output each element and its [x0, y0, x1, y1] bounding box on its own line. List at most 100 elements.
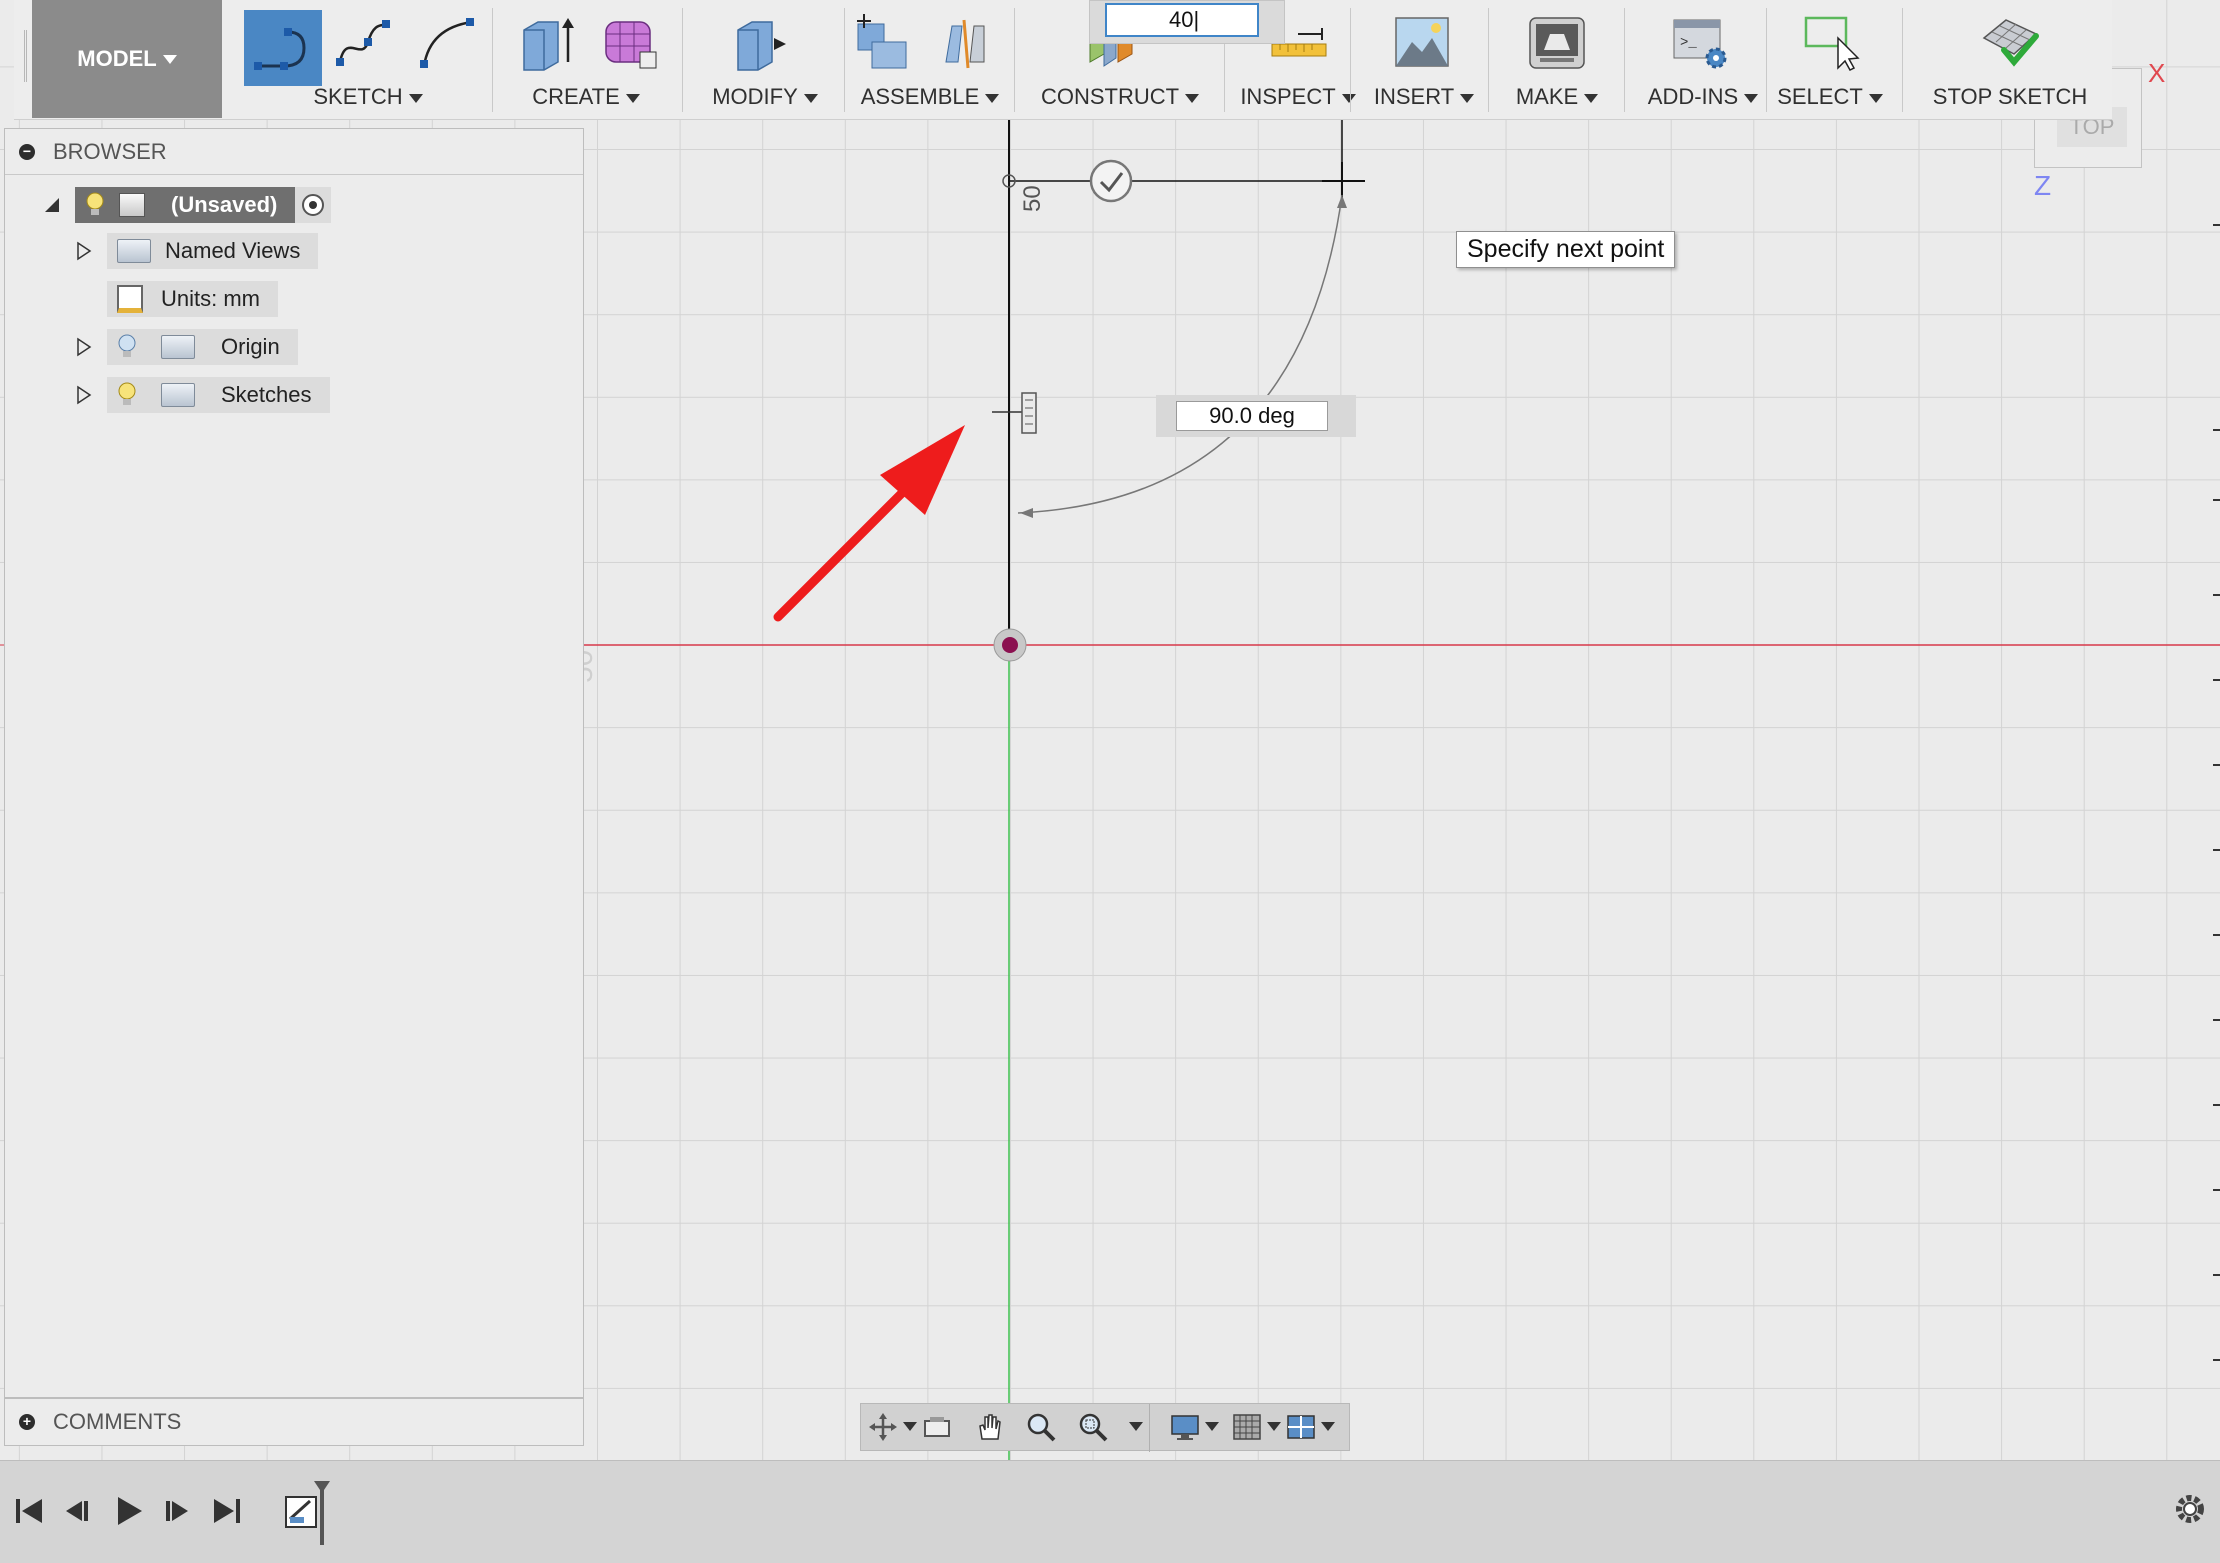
- joint-icon[interactable]: [936, 12, 996, 72]
- look-at-icon[interactable]: [921, 1412, 953, 1442]
- sketch-timeline-feature-icon[interactable]: [282, 1479, 342, 1551]
- angle-input[interactable]: 90.0 deg: [1176, 401, 1328, 431]
- folder-icon: [161, 383, 195, 407]
- chevron-down-icon: [803, 93, 818, 103]
- orbit-icon[interactable]: [867, 1412, 899, 1442]
- toolbar-group-insert[interactable]: INSERT: [1354, 0, 1494, 118]
- settings-gear-icon[interactable]: [2172, 1491, 2208, 1527]
- chevron-down-icon[interactable]: [1129, 1422, 1143, 1431]
- tree-item-pill[interactable]: Units: mm: [107, 281, 278, 317]
- new-component-icon[interactable]: [852, 12, 912, 72]
- spline-tool-icon[interactable]: [332, 12, 392, 72]
- chevron-down-icon[interactable]: [1205, 1422, 1219, 1431]
- chevron-down-icon: [162, 54, 177, 64]
- grid-settings-icon[interactable]: [1231, 1412, 1263, 1442]
- go-to-start-icon[interactable]: [12, 1491, 48, 1531]
- toolbar-group-modify[interactable]: MODIFY: [690, 0, 840, 118]
- stop-sketch-button[interactable]: STOP SKETCH: [1910, 0, 2110, 118]
- tree-item-label: Origin: [221, 334, 280, 359]
- arc-arrowhead-left: [1020, 508, 1033, 518]
- 3d-print-icon[interactable]: [1526, 12, 1586, 72]
- press-pull-icon[interactable]: [732, 12, 792, 72]
- play-icon[interactable]: [110, 1491, 146, 1531]
- dimension-label-50[interactable]: 50: [1019, 185, 1046, 212]
- chevron-down-icon: [408, 93, 423, 103]
- toolbar-group-label: SELECT: [1770, 84, 1890, 110]
- toolbar-divider: [1488, 8, 1489, 112]
- arc-tool-icon[interactable]: [416, 12, 476, 72]
- toolbar-group-make[interactable]: MAKE: [1492, 0, 1622, 118]
- browser-header[interactable]: − BROWSER: [5, 129, 583, 175]
- accept-check-icon[interactable]: [1089, 159, 1133, 203]
- viewports-icon[interactable]: [1285, 1412, 1317, 1442]
- folder-icon: [161, 335, 195, 359]
- collapse-icon[interactable]: −: [19, 143, 35, 160]
- activate-radio-button[interactable]: [295, 187, 332, 223]
- tree-item-sketches[interactable]: Sketches: [75, 377, 330, 413]
- chevron-down-icon: [1744, 93, 1759, 103]
- extrude-icon[interactable]: [518, 12, 578, 72]
- toolbar-group-sketch[interactable]: SKETCH: [228, 0, 488, 118]
- folder-icon: [117, 239, 151, 263]
- toolbar-group-add-ins[interactable]: >_ ADD-INS: [1628, 0, 1778, 118]
- tree-root-pill[interactable]: (Unsaved): [75, 187, 296, 223]
- origin-point[interactable]: [1002, 637, 1018, 653]
- axis-label-x: X: [2148, 58, 2165, 88]
- toolbar-group-label: INSPECT: [1228, 84, 1368, 110]
- tree-item-pill[interactable]: Origin: [107, 329, 298, 365]
- expand-triangle-icon[interactable]: [75, 241, 93, 261]
- zoom-icon[interactable]: [1025, 1412, 1057, 1442]
- visibility-bulb-off-icon[interactable]: [117, 333, 137, 361]
- line-tool-icon[interactable]: [244, 10, 322, 86]
- comments-panel[interactable]: + COMMENTS: [4, 1398, 584, 1446]
- dimension-input[interactable]: 40|: [1105, 3, 1259, 37]
- display-settings-icon[interactable]: [1169, 1412, 1201, 1442]
- tree-item-label: Sketches: [221, 382, 312, 407]
- collapse-triangle-icon[interactable]: [43, 196, 61, 214]
- toolbar-divider: [1014, 8, 1015, 112]
- toolbar-group-assemble[interactable]: ASSEMBLE: [850, 0, 1010, 118]
- toolbar-group-create[interactable]: CREATE: [498, 0, 674, 118]
- constraint-glyph-icon: [1021, 392, 1037, 434]
- stop-sketch-icon[interactable]: [1980, 12, 2040, 72]
- tree-item-named-views[interactable]: Named Views: [75, 233, 319, 269]
- chevron-down-icon[interactable]: [903, 1422, 917, 1431]
- tree-item-units[interactable]: Units: mm: [107, 281, 278, 317]
- expand-plus-icon[interactable]: +: [19, 1414, 35, 1430]
- tree-root-unsaved[interactable]: (Unsaved): [43, 187, 332, 223]
- toolbar-group-label: INSERT: [1354, 84, 1494, 110]
- toolbar-divider: [1350, 8, 1351, 112]
- tree-item-pill[interactable]: Named Views: [107, 233, 319, 269]
- step-back-icon[interactable]: [60, 1491, 96, 1531]
- toolbar-group-select[interactable]: SELECT: [1770, 0, 1890, 118]
- toolbar-group-label: MAKE: [1492, 84, 1622, 110]
- zoom-window-icon[interactable]: [1077, 1412, 1109, 1442]
- angle-dimension-box: 90.0 deg: [1156, 395, 1356, 437]
- insert-image-icon[interactable]: [1392, 12, 1452, 72]
- expand-triangle-icon[interactable]: [75, 385, 93, 405]
- tree-item-pill[interactable]: Sketches: [107, 377, 330, 413]
- expand-triangle-icon[interactable]: [75, 337, 93, 357]
- chevron-down-icon[interactable]: [1321, 1422, 1335, 1431]
- go-to-end-icon[interactable]: [208, 1491, 244, 1531]
- chevron-down-icon: [1460, 93, 1475, 103]
- form-icon[interactable]: [600, 12, 660, 72]
- chevron-down-icon: [1185, 93, 1200, 103]
- toolbar-divider: [1766, 8, 1767, 112]
- visibility-bulb-icon[interactable]: [117, 381, 137, 409]
- chevron-down-icon[interactable]: [1267, 1422, 1281, 1431]
- workspace-switcher-button[interactable]: MODEL: [32, 0, 222, 118]
- chevron-down-icon: [1584, 93, 1599, 103]
- toolbar-divider: [1902, 8, 1903, 112]
- toolbar-divider: [492, 8, 493, 112]
- pan-hand-icon[interactable]: [973, 1412, 1005, 1442]
- timeline-bar: [0, 1460, 2220, 1563]
- tree-item-origin[interactable]: Origin: [75, 329, 298, 365]
- tree-item-label: Units: mm: [161, 286, 260, 311]
- toolbar-divider: [1624, 8, 1625, 112]
- toolbar-group-label: CONSTRUCT: [1020, 84, 1220, 110]
- select-cursor-icon[interactable]: [1802, 12, 1862, 72]
- visibility-bulb-icon[interactable]: [85, 191, 105, 219]
- scripts-icon[interactable]: >_: [1670, 12, 1730, 72]
- step-forward-icon[interactable]: [158, 1491, 194, 1531]
